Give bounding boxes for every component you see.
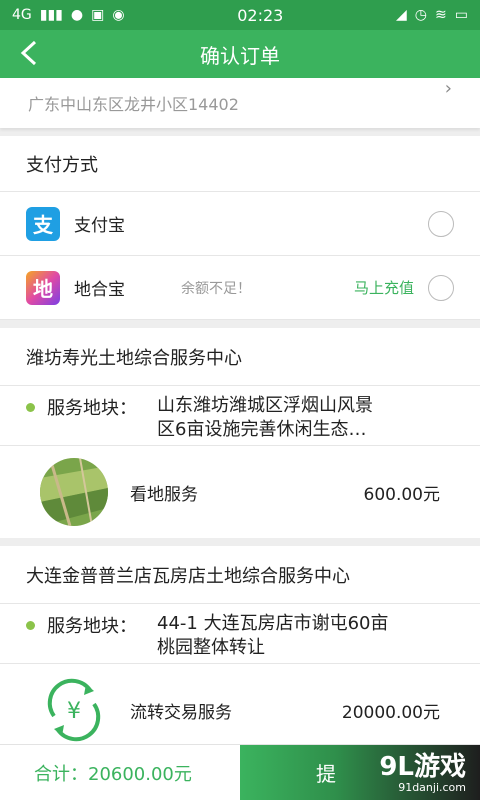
divider <box>0 538 480 546</box>
watermark-text: 9L游戏 <box>379 752 466 782</box>
chevron-right-icon: › <box>444 78 452 99</box>
shop-name: 大连金普普兰店瓦房店土地综合服务中心 <box>0 546 480 604</box>
watermark-url: 91danji.com <box>398 781 466 794</box>
payment-title: 支付方式 <box>0 136 480 192</box>
plot-desc-line: 44-1 大连瓦房店市谢屯60亩 <box>157 613 389 634</box>
service-row: ¥ 流转交易服务 20000.00元 <box>0 664 480 756</box>
recharge-link[interactable]: 马上充值 <box>354 277 414 298</box>
order-card: 潍坊寿光土地综合服务中心 服务地块： 山东潍坊潍城区浮烟山风景 区6亩设施完善休… <box>0 328 480 538</box>
dihebao-radio[interactable] <box>428 274 454 301</box>
payment-option-label: 地合宝 <box>74 280 125 300</box>
address-row[interactable]: 广东中山东区龙井小区14402 › <box>0 78 480 128</box>
order-card: 大连金普普兰店瓦房店土地综合服务中心 服务地块： 44-1 大连瓦房店市谢屯60… <box>0 546 480 756</box>
clock: 02:23 <box>237 5 284 25</box>
page-title: 确认订单 <box>200 43 280 68</box>
checkout-bar: 合计：20600.00元 提 9L游戏 91danji.com <box>0 744 480 800</box>
plot-row: 服务地块： 山东潍坊潍城区浮烟山风景 区6亩设施完善休闲生态… <box>0 386 480 446</box>
back-button[interactable] <box>14 38 44 68</box>
status-bar: 4G ▮▮▮ ● ▣ ◉ 02:23 ◢ ◷ ≋ ▭ <box>0 0 480 30</box>
plot-desc-line: 区6亩设施完善休闲生态… <box>157 419 367 440</box>
battery-icon: ▭ <box>454 7 468 23</box>
plot-desc-line: 桃园整体转让 <box>157 637 265 658</box>
plot-desc-line: 山东潍坊潍城区浮烟山风景 <box>157 395 373 416</box>
service-price: 600.00元 <box>363 484 440 505</box>
alipay-icon: 支 <box>26 206 60 241</box>
watermark-logo: 9L游戏 91danji.com <box>379 753 466 794</box>
submit-button[interactable]: 提 9L游戏 91danji.com <box>240 745 480 800</box>
farmland-thumbnail <box>40 458 108 526</box>
bullet-icon <box>26 403 35 412</box>
dihebao-icon: 地 <box>26 270 60 305</box>
plot-desc: 山东潍坊潍城区浮烟山风景 区6亩设施完善休闲生态… <box>157 394 373 442</box>
payment-section: 支付方式 支 支付宝 地 地合宝 余额不足！ 马上充值 <box>0 136 480 320</box>
total-amount: 合计：20600.00元 <box>34 763 192 785</box>
plot-row: 服务地块： 44-1 大连瓦房店市谢屯60亩 桃园整体转让 <box>0 604 480 664</box>
address-text: 广东中山东区龙井小区14402 <box>28 95 239 114</box>
signal-icon: ▮▮▮ <box>39 7 63 23</box>
divider <box>0 128 480 136</box>
bullet-icon <box>26 621 35 630</box>
divider <box>0 320 480 328</box>
status-right: ◢ ◷ ≋ ▭ <box>396 7 468 23</box>
chat-icon: ● <box>70 7 84 23</box>
back-arrow-icon <box>20 40 37 66</box>
service-name: 流转交易服务 <box>130 702 232 723</box>
svg-text:¥: ¥ <box>67 699 81 724</box>
payment-option-dihebao[interactable]: 地 地合宝 余额不足！ 马上充值 <box>0 256 480 320</box>
submit-label: 提 <box>316 762 336 786</box>
service-row: 看地服务 600.00元 <box>0 446 480 538</box>
plot-label: 服务地块： <box>47 616 137 637</box>
payment-option-label: 支付宝 <box>74 216 125 236</box>
plot-label: 服务地块： <box>47 398 137 419</box>
service-name: 看地服务 <box>130 484 198 505</box>
alarm-icon: ◷ <box>414 7 428 23</box>
exchange-icon: ¥ <box>40 676 108 744</box>
status-left: 4G ▮▮▮ ● ▣ ◉ <box>12 7 125 23</box>
balance-hint: 余额不足！ <box>181 280 251 297</box>
payment-option-alipay[interactable]: 支 支付宝 <box>0 192 480 256</box>
globe-icon: ◉ <box>112 7 125 23</box>
wifi-icon: ≋ <box>435 7 447 23</box>
gallery-icon: ▣ <box>91 7 105 23</box>
plot-desc: 44-1 大连瓦房店市谢屯60亩 桃园整体转让 <box>157 612 388 660</box>
mute-icon: ◢ <box>396 7 407 23</box>
app-bar: 确认订单 <box>0 30 480 78</box>
shop-name: 潍坊寿光土地综合服务中心 <box>0 328 480 386</box>
alipay-radio[interactable] <box>428 210 454 237</box>
network-label: 4G <box>12 7 32 23</box>
service-price: 20000.00元 <box>341 702 440 723</box>
